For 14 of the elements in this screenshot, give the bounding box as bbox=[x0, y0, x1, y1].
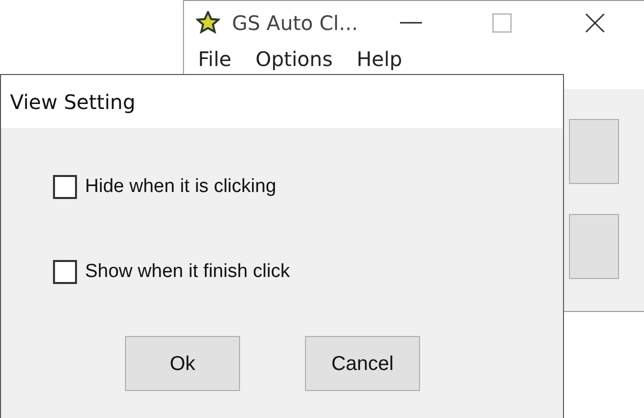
checkbox-label: Show when it finish click bbox=[85, 260, 290, 284]
dialog-button[interactable]: Ok bbox=[125, 336, 240, 391]
checkbox-label: Hide when it is clicking bbox=[85, 175, 276, 199]
dialog-title: View Setting bbox=[10, 88, 136, 116]
menu-item[interactable]: Options bbox=[255, 47, 333, 71]
close-icon[interactable] bbox=[584, 12, 606, 34]
dialog-button[interactable]: Cancel bbox=[305, 336, 420, 391]
minimize-icon[interactable] bbox=[400, 21, 422, 25]
checkbox[interactable] bbox=[53, 260, 77, 284]
star-icon bbox=[196, 11, 220, 35]
window-title: GS Auto Cl... bbox=[232, 10, 358, 37]
menu-item[interactable]: File bbox=[198, 47, 232, 71]
checkbox[interactable] bbox=[53, 175, 77, 200]
menu-item[interactable]: Help bbox=[356, 47, 402, 71]
